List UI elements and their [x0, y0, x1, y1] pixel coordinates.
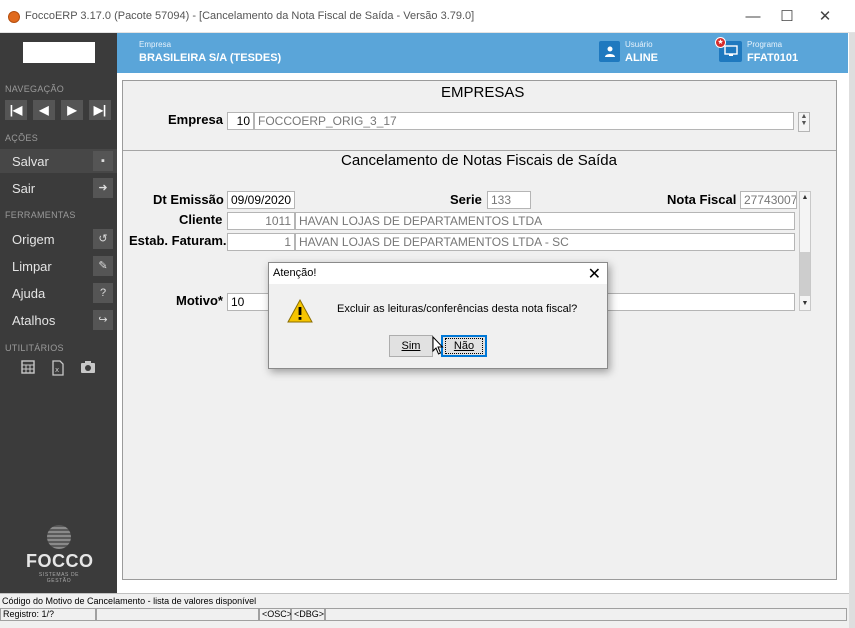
save-icon: ▪	[93, 151, 113, 171]
user-icon	[599, 41, 620, 62]
sidebar-item-origem[interactable]: Origem ↺	[0, 227, 117, 251]
status-cell-filler	[325, 608, 847, 621]
dt-emissao-label: Dt Emissão	[153, 192, 224, 207]
sidebar-item-limpar[interactable]: Limpar ✎	[0, 254, 117, 278]
status-dbg: <DBG>	[291, 608, 325, 621]
dialog-message: Excluir as leituras/conferências desta n…	[337, 303, 578, 315]
cliente-code-field[interactable]: 1011	[227, 212, 295, 230]
header-bar: Empresa BRASILEIRA S/A (TESDES) Usuário …	[117, 33, 848, 73]
nav-next-button[interactable]: ▶	[61, 100, 83, 120]
window-edge	[849, 33, 855, 628]
motivo-label: Motivo*	[176, 293, 223, 308]
section-title-acoes: AÇÕES	[5, 133, 39, 143]
usuario-header-label: Usuário	[625, 40, 653, 49]
programa-header-label: Programa	[747, 40, 783, 49]
record-scrollbar[interactable]: ▲ ▼	[799, 191, 811, 311]
excel-icon[interactable]: x	[50, 360, 66, 376]
serie-label: Serie	[450, 192, 482, 207]
sidebar-item-sair[interactable]: Sair ➜	[0, 176, 117, 200]
dialog-close-button[interactable]: ✕	[588, 264, 601, 284]
sim-button-label: Sim	[401, 340, 421, 352]
maximize-button[interactable]: ☐	[772, 6, 802, 28]
empresa-code-field[interactable]: 10	[227, 112, 254, 130]
usuario-header-value: ALINE	[625, 52, 658, 64]
serie-field[interactable]: 133	[487, 191, 531, 209]
dialog-title-bar: Atenção! ✕	[269, 263, 607, 284]
nao-button-label: Não	[444, 338, 484, 354]
sidebar: NAVEGAÇÃO |◀ ◀ ▶ ▶| AÇÕES Salvar ▪ Sair …	[0, 33, 117, 593]
nav-last-button[interactable]: ▶|	[89, 100, 111, 120]
empresa-label: Empresa	[168, 112, 223, 127]
app-icon	[8, 11, 20, 23]
status-cell-empty	[96, 608, 259, 621]
minimize-button[interactable]: —	[738, 6, 768, 28]
focco-logo-name: FOCCO	[26, 551, 94, 571]
motivo-description-field[interactable]	[607, 293, 795, 311]
focco-logo: FOCCO SISTEMAS DE GESTÃO	[26, 525, 94, 584]
cancel-heading: Cancelamento de Notas Fiscais de Saída	[341, 152, 617, 169]
programa-header-value: FFAT0101	[747, 52, 799, 64]
sidebar-item-label: Limpar	[12, 259, 52, 274]
sidebar-item-label: Atalhos	[12, 313, 56, 328]
dt-emissao-field[interactable]: 09/09/2020	[227, 191, 295, 209]
scroll-up-arrow[interactable]: ▲	[800, 192, 810, 204]
sim-button[interactable]: Sim	[389, 335, 433, 357]
sidebar-item-salvar[interactable]: Salvar ▪	[0, 149, 117, 173]
dialog-title: Atenção!	[273, 267, 317, 279]
status-registro: Registro: 1/?	[0, 608, 96, 621]
empresa-spinner[interactable]: ▲ ▼	[798, 112, 810, 132]
camera-icon[interactable]	[80, 360, 96, 376]
mouse-cursor-icon	[432, 335, 444, 356]
sidebar-item-label: Sair	[12, 181, 36, 196]
focco-logo-tagline: SISTEMAS DE GESTÃO	[38, 572, 80, 584]
sidebar-item-label: Ajuda	[12, 286, 46, 301]
empresas-heading: EMPRESAS	[441, 84, 525, 101]
nav-first-button[interactable]: |◀	[5, 100, 27, 120]
sidebar-item-label: Origem	[12, 232, 55, 247]
calculator-icon[interactable]	[20, 360, 36, 376]
status-bar: Código do Motivo de Cancelamento - lista…	[0, 593, 849, 628]
section-title-navegacao: NAVEGAÇÃO	[5, 84, 65, 94]
focco-globe-icon	[47, 525, 71, 549]
nao-button[interactable]: Não	[441, 335, 487, 357]
favorite-badge-icon[interactable]: ★	[715, 37, 726, 48]
window-title-bar: FoccoERP 3.17.0 (Pacote 57094) - [Cancel…	[0, 0, 855, 33]
section-divider	[123, 150, 836, 151]
estab-name-field[interactable]: HAVAN LOJAS DE DEPARTAMENTOS LTDA - SC	[295, 233, 795, 251]
nota-fiscal-field[interactable]: 27743007	[740, 191, 797, 209]
cliente-name-field[interactable]: HAVAN LOJAS DE DEPARTAMENTOS LTDA	[295, 212, 795, 230]
cliente-label: Cliente	[179, 212, 223, 227]
sidebar-item-atalhos[interactable]: Atalhos ↪	[0, 308, 117, 332]
company-logo-placeholder	[23, 42, 95, 63]
exit-icon: ➜	[93, 178, 113, 198]
nav-prev-button[interactable]: ◀	[33, 100, 55, 120]
nota-fiscal-label: Nota Fiscal	[667, 192, 737, 207]
empresa-name-field[interactable]: FOCCOERP_ORIG_3_17	[254, 112, 794, 130]
sidebar-item-label: Salvar	[12, 154, 49, 169]
svg-text:x: x	[55, 366, 59, 374]
close-window-button[interactable]: ✕	[810, 6, 840, 28]
estab-code-field[interactable]: 1	[227, 233, 295, 251]
eraser-icon: ✎	[93, 256, 113, 276]
warning-icon	[286, 298, 314, 324]
empresa-header-value: BRASILEIRA S/A (TESDES)	[139, 52, 282, 64]
help-icon: ?	[93, 283, 113, 303]
status-message: Código do Motivo de Cancelamento - lista…	[2, 596, 257, 606]
scroll-thumb[interactable]	[800, 252, 810, 296]
scroll-down-arrow[interactable]: ▼	[800, 298, 810, 310]
undo-icon: ↺	[93, 229, 113, 249]
window-title: FoccoERP 3.17.0 (Pacote 57094) - [Cancel…	[25, 10, 475, 22]
status-osc: <OSC>	[259, 608, 292, 621]
sidebar-item-ajuda[interactable]: Ajuda ?	[0, 281, 117, 305]
empresa-header-label: Empresa	[139, 40, 172, 49]
section-title-utilitarios: UTILITÁRIOS	[5, 343, 64, 353]
estab-faturam-label: Estab. Faturam.	[129, 233, 227, 248]
section-title-ferramentas: FERRAMENTAS	[5, 210, 76, 220]
shortcut-icon: ↪	[93, 310, 113, 330]
